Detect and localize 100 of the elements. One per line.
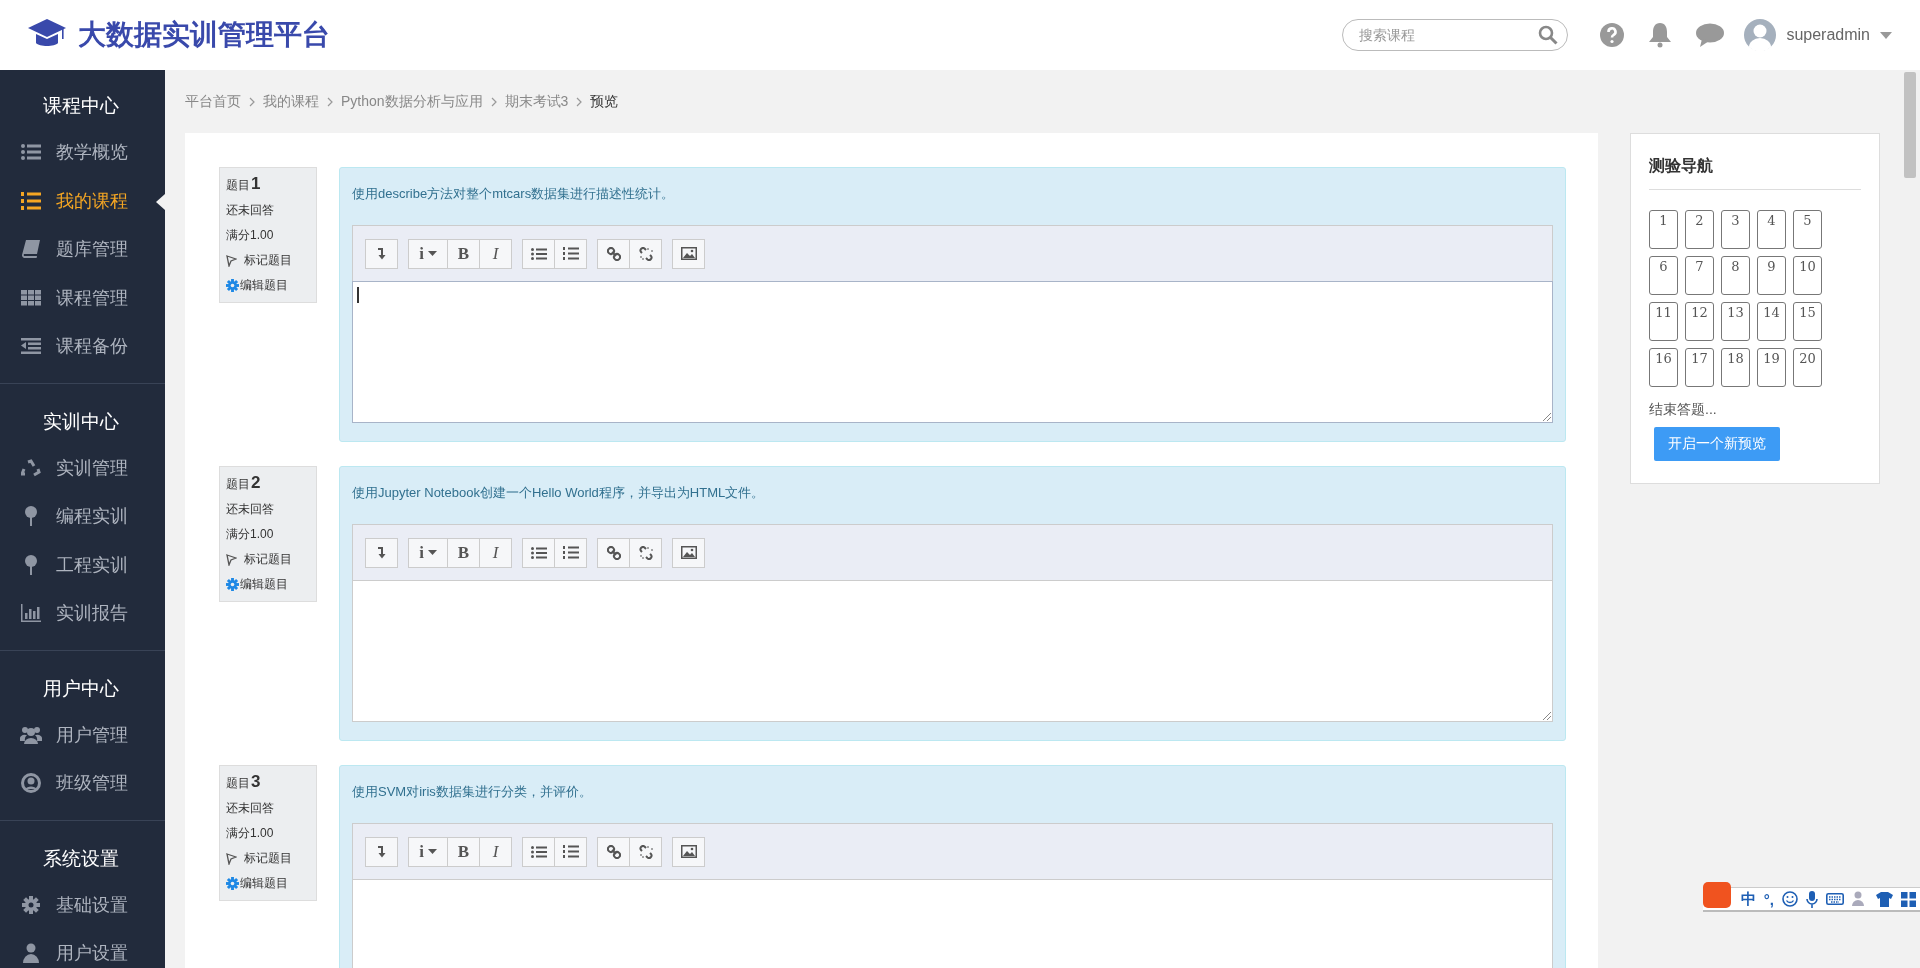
finish-attempt-link[interactable]: 结束答题...	[1649, 401, 1717, 419]
search-icon[interactable]	[1538, 25, 1559, 45]
ol-button[interactable]	[554, 238, 587, 269]
punctuation-toggle[interactable]: °,	[1763, 890, 1774, 908]
bell-icon[interactable]	[1648, 22, 1673, 48]
keyboard-icon[interactable]	[1826, 893, 1844, 905]
flag-question-link[interactable]: 标记题目	[244, 850, 292, 867]
question-nav-button[interactable]: 8	[1721, 256, 1750, 295]
question-nav-button[interactable]: 5	[1793, 210, 1822, 249]
help-icon[interactable]	[1600, 23, 1625, 47]
sidebar-item[interactable]: 题库管理	[0, 225, 165, 274]
flag-question-link[interactable]: 标记题目	[244, 551, 292, 568]
unlink-button[interactable]	[629, 238, 662, 269]
grid-icon[interactable]	[1901, 891, 1916, 907]
image-button[interactable]	[672, 238, 705, 269]
ol-button[interactable]	[554, 836, 587, 867]
ul-button[interactable]	[522, 537, 555, 568]
question-nav-button[interactable]: 1	[1649, 210, 1678, 249]
paragraph-style-button[interactable]: i	[408, 238, 448, 269]
question-nav-button[interactable]: 6	[1649, 256, 1678, 295]
numbered-list-icon	[562, 845, 579, 858]
sidebar-section-title: 用户中心	[42, 676, 120, 701]
image-icon	[680, 247, 697, 260]
username[interactable]: superadmin	[1786, 26, 1870, 44]
link-button[interactable]	[597, 537, 630, 568]
chevron-icon	[327, 96, 333, 107]
microphone-icon[interactable]	[1806, 890, 1818, 908]
sidebar-item[interactable]: 教学概览	[0, 128, 165, 177]
sidebar-item[interactable]: 班级管理	[0, 759, 165, 808]
question-nav-button[interactable]: 19	[1757, 348, 1786, 387]
chat-icon[interactable]	[1696, 23, 1725, 47]
edit-question-link[interactable]: 编辑题目	[240, 875, 288, 892]
chevron-icon	[576, 96, 583, 107]
ol-button[interactable]	[554, 537, 587, 568]
question-nav-button[interactable]: 14	[1757, 302, 1786, 341]
question-nav-button[interactable]: 18	[1721, 348, 1750, 387]
sidebar-item[interactable]: 实训报告	[0, 589, 165, 638]
italic-button[interactable]: I	[479, 836, 512, 867]
bold-button[interactable]: B	[447, 836, 480, 867]
toggle-toolbar-button[interactable]	[365, 238, 398, 269]
bold-button[interactable]: B	[447, 238, 480, 269]
question-number: 3	[251, 772, 261, 792]
question-nav-button[interactable]: 9	[1757, 256, 1786, 295]
link-button[interactable]	[597, 238, 630, 269]
smiley-icon[interactable]	[1782, 891, 1798, 907]
image-button[interactable]	[672, 836, 705, 867]
unlink-button[interactable]	[629, 836, 662, 867]
resize-handle-icon[interactable]	[1543, 413, 1551, 421]
italic-button[interactable]: I	[479, 537, 512, 568]
ul-button[interactable]	[522, 836, 555, 867]
bold-button[interactable]: B	[447, 537, 480, 568]
ul-button[interactable]	[522, 238, 555, 269]
question-nav-button[interactable]: 7	[1685, 256, 1714, 295]
answer-status: 还未回答	[226, 800, 275, 817]
toggle-toolbar-button[interactable]	[365, 836, 398, 867]
sidebar-item[interactable]: 课程备份	[0, 322, 165, 371]
sidebar-item[interactable]: 工程实训	[0, 540, 165, 589]
outdent-icon	[21, 338, 41, 355]
flag-question-link[interactable]: 标记题目	[244, 252, 292, 269]
sidebar-item[interactable]: 基础设置	[0, 880, 165, 929]
question-nav-button[interactable]: 10	[1793, 256, 1822, 295]
paragraph-style-button[interactable]: i	[408, 537, 448, 568]
edit-question-link[interactable]: 编辑题目	[240, 576, 288, 593]
question-nav-button[interactable]: 3	[1721, 210, 1750, 249]
italic-button[interactable]: I	[479, 238, 512, 269]
bulleted-list-icon	[530, 247, 547, 260]
question-nav-button[interactable]: 12	[1685, 302, 1714, 341]
paragraph-style-button[interactable]: i	[408, 836, 448, 867]
sidebar-section-title: 系统设置	[42, 846, 120, 871]
unlink-button[interactable]	[629, 537, 662, 568]
chevron-icon	[490, 96, 497, 107]
question-nav-button[interactable]: 20	[1793, 348, 1822, 387]
toggle-toolbar-button[interactable]	[365, 537, 398, 568]
input-mode-toggle[interactable]: 中	[1740, 889, 1756, 909]
shirt-icon[interactable]	[1876, 891, 1893, 907]
question-nav-button[interactable]: 11	[1649, 302, 1678, 341]
scrollbar[interactable]	[1900, 70, 1920, 968]
app-title: 大数据实训管理平台	[78, 18, 330, 52]
edit-question-link[interactable]: 编辑题目	[240, 277, 288, 294]
resize-handle-icon[interactable]	[1543, 712, 1551, 720]
sidebar-item[interactable]: 编程实训	[0, 492, 165, 541]
caret-icon[interactable]	[1880, 31, 1892, 39]
sidebar-item[interactable]: 课程管理	[0, 273, 165, 322]
search-field[interactable]: 搜索课程	[1342, 19, 1569, 51]
question-nav-button[interactable]: 2	[1685, 210, 1714, 249]
question-nav-button[interactable]: 13	[1721, 302, 1750, 341]
answer-field[interactable]	[352, 281, 1553, 423]
image-button[interactable]	[672, 537, 705, 568]
question-text: 使用Jupyter Notebook创建一个Hello World程序，并导出为HTML文件。	[352, 484, 766, 502]
sidebar-item[interactable]: 用户管理	[0, 710, 165, 759]
users-icon	[20, 725, 42, 744]
sidebar-item[interactable]: 用户设置	[0, 929, 165, 968]
sidebar-item[interactable]: 实训管理	[0, 443, 165, 492]
question-nav-button[interactable]: 16	[1649, 348, 1678, 387]
question-nav-button[interactable]: 4	[1757, 210, 1786, 249]
answer-field[interactable]	[352, 580, 1553, 722]
ime-logo-icon[interactable]	[1702, 882, 1731, 908]
question-nav-button[interactable]: 17	[1685, 348, 1714, 387]
link-button[interactable]	[597, 836, 630, 867]
question-nav-button[interactable]: 15	[1793, 302, 1822, 341]
